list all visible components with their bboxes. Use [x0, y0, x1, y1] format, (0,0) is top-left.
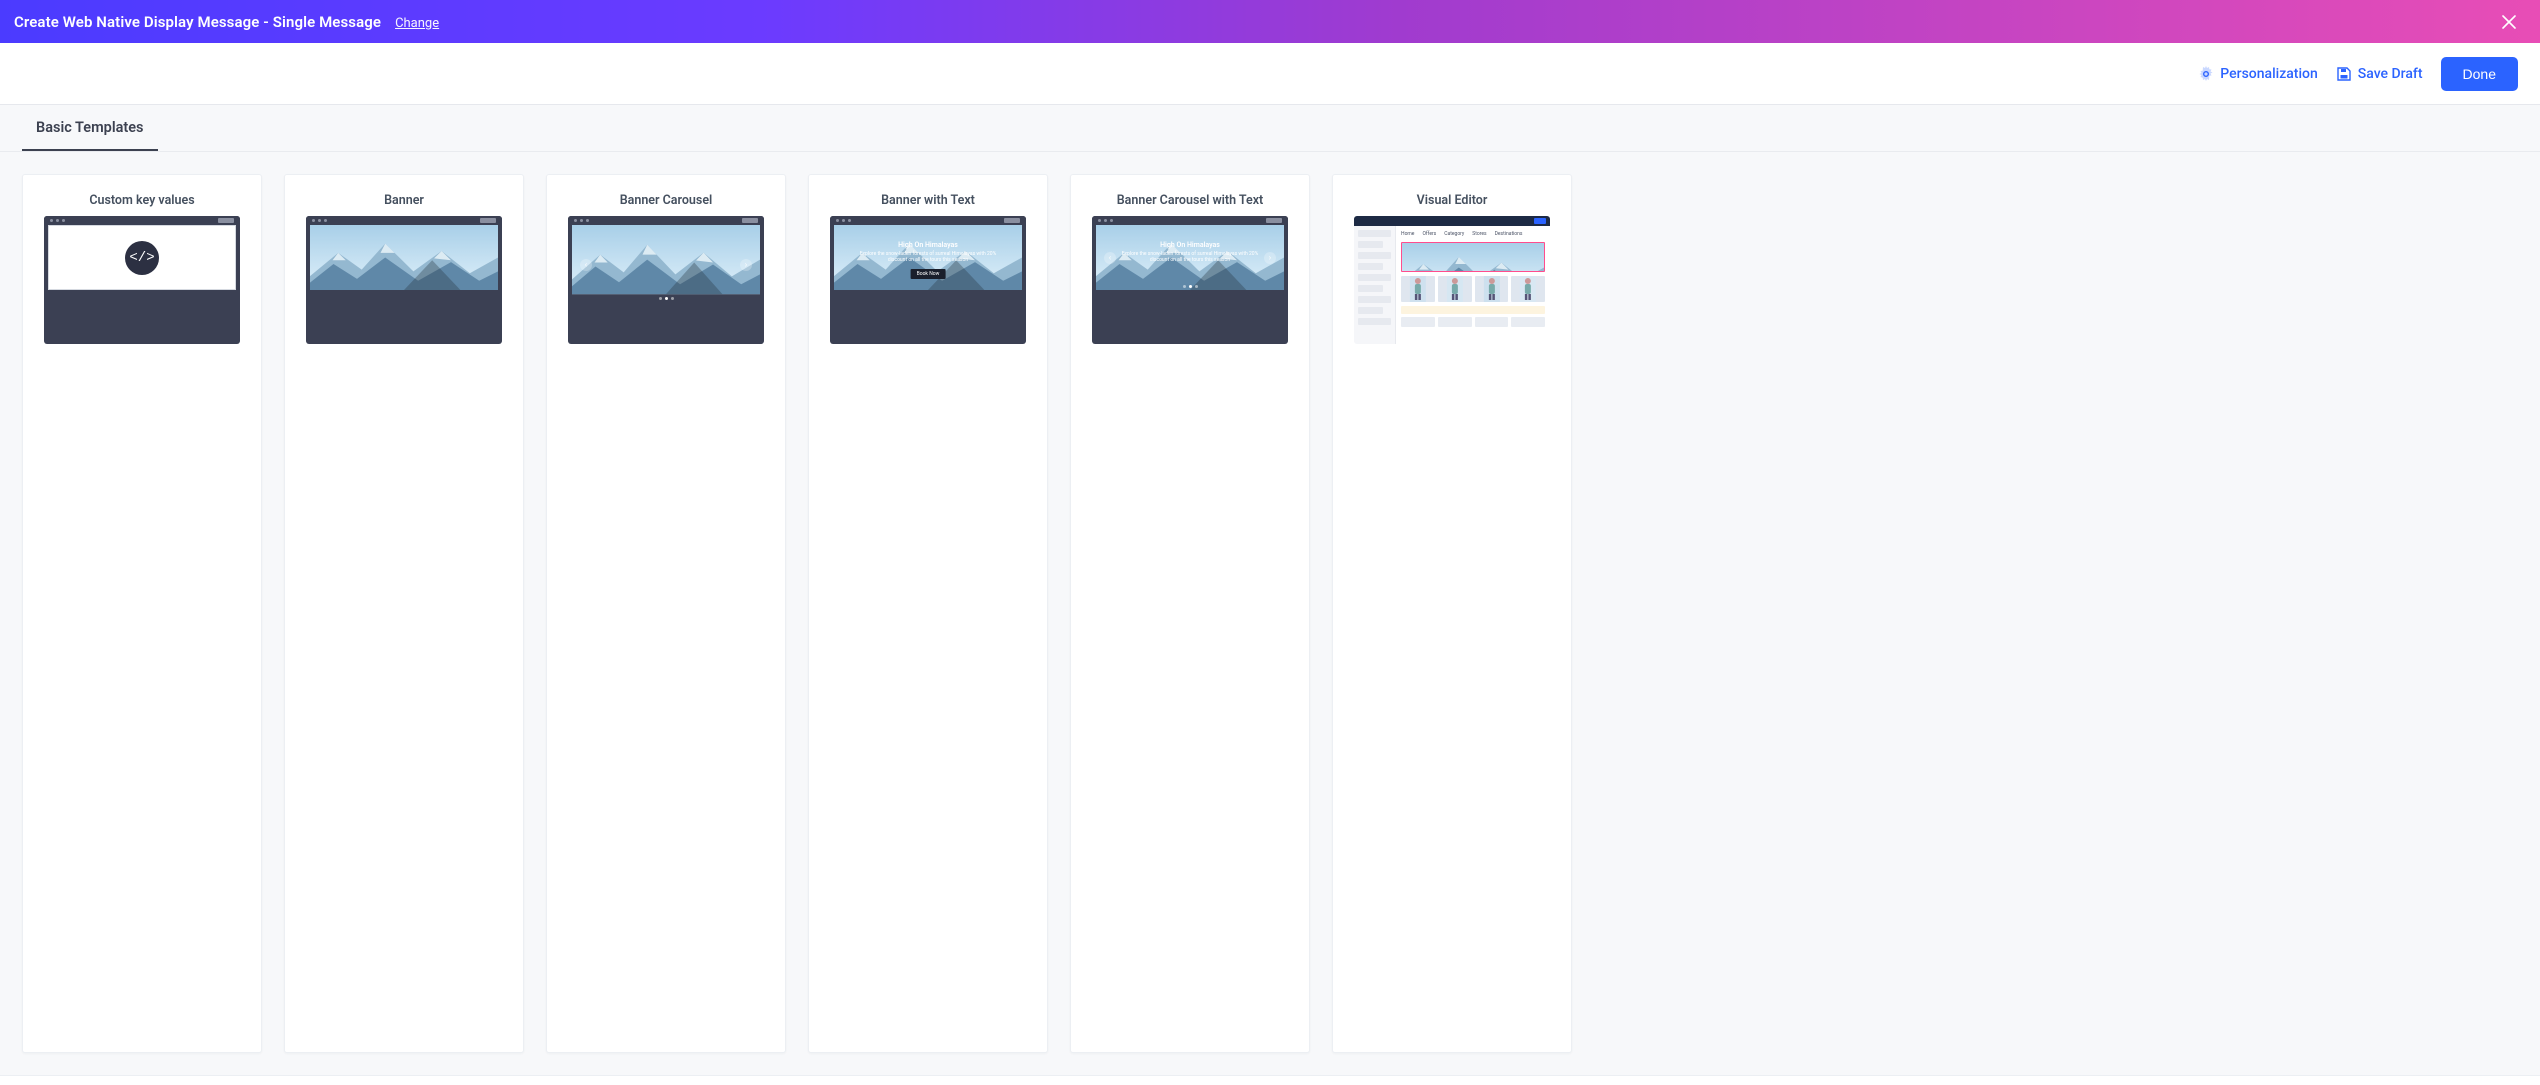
banner-caption-sub: Explore the snow-laden forests of surrea… [834, 251, 1022, 263]
template-thumb: High On Himalayas Explore the snow-laden… [1092, 216, 1288, 344]
template-thumb: High On Himalayas Explore the snow-laden… [830, 216, 1026, 344]
carousel-next-icon: › [740, 259, 752, 271]
gear-icon [2198, 66, 2214, 82]
template-title: Banner Carousel with Text [1117, 193, 1264, 208]
carousel-prev-icon: ‹ [580, 259, 592, 271]
template-thumb [306, 216, 502, 344]
visual-editor-tabs: Home Offers Category Stores Destinations [1401, 230, 1545, 238]
bottom-bar [0, 1075, 2540, 1085]
template-thumb: Home Offers Category Stores Destinations [1354, 216, 1550, 344]
template-title: Banner [384, 193, 424, 208]
template-card-banner[interactable]: Banner [284, 174, 524, 1053]
change-link[interactable]: Change [395, 16, 439, 31]
done-button[interactable]: Done [2441, 57, 2518, 91]
template-title: Custom key values [89, 193, 194, 208]
template-card-banner-carousel-text[interactable]: Banner Carousel with Text High On Himala… [1070, 174, 1310, 1053]
template-title: Banner Carousel [620, 193, 713, 208]
visual-editor-hero [1401, 242, 1545, 272]
carousel-prev-icon: ‹ [1104, 252, 1116, 264]
banner-caption-cta: Book Now [911, 269, 946, 279]
tabs-bar: Basic Templates [0, 105, 2540, 152]
top-header-bar: Create Web Native Display Message - Sing… [0, 0, 2540, 43]
close-icon [2502, 15, 2516, 29]
carousel-dots [572, 297, 760, 300]
template-thumb: </> [44, 216, 240, 344]
code-icon: </> [125, 241, 159, 275]
template-card-banner-carousel[interactable]: Banner Carousel ‹ › [546, 174, 786, 1053]
template-gallery: Custom key values </> Banner Banner Caro… [0, 152, 2540, 1075]
banner-caption-title: High On Himalayas [1096, 241, 1284, 249]
carousel-next-icon: › [1264, 252, 1276, 264]
carousel-dots [1096, 285, 1284, 288]
tab-basic-templates[interactable]: Basic Templates [22, 105, 158, 151]
banner-caption-title: High On Himalayas [834, 241, 1022, 249]
personalization-button[interactable]: Personalization [2198, 66, 2317, 82]
close-button[interactable] [2496, 9, 2522, 35]
action-row: Personalization Save Draft Done [0, 43, 2540, 105]
template-card-custom-kv[interactable]: Custom key values </> [22, 174, 262, 1053]
template-title: Banner with Text [881, 193, 975, 208]
template-card-banner-text[interactable]: Banner with Text High On Himalayas Explo… [808, 174, 1048, 1053]
save-draft-button[interactable]: Save Draft [2336, 66, 2423, 82]
personalization-label: Personalization [2220, 66, 2317, 82]
save-icon [2336, 66, 2352, 82]
banner-caption-sub: Explore the snow-laden forests of surrea… [1096, 251, 1284, 263]
template-title: Visual Editor [1417, 193, 1488, 208]
template-card-visual-editor[interactable]: Visual Editor Home Offers Category Sto [1332, 174, 1572, 1053]
save-draft-label: Save Draft [2358, 66, 2423, 82]
template-thumb: ‹ › [568, 216, 764, 344]
page-title: Create Web Native Display Message - Sing… [14, 13, 381, 31]
